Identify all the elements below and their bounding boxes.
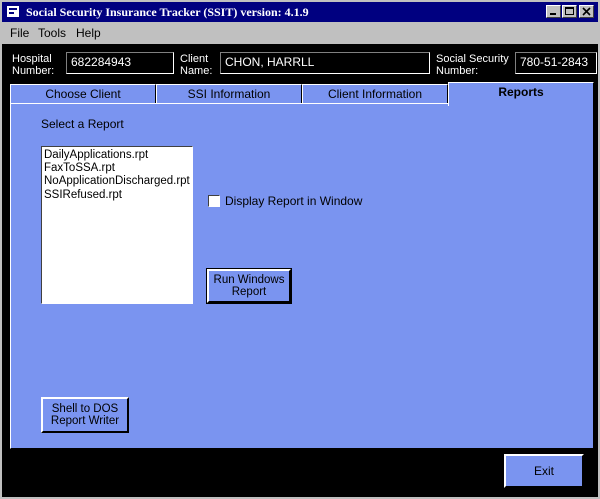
tab-choose-client[interactable]: Choose Client	[10, 84, 156, 104]
report-list-item[interactable]: DailyApplications.rpt	[44, 149, 190, 162]
social-security-number-field[interactable]: 780-51-2843	[515, 52, 597, 74]
select-report-label: Select a Report	[41, 117, 124, 131]
close-icon	[582, 7, 591, 16]
report-list-item[interactable]: FaxToSSA.rpt	[44, 162, 190, 175]
maximize-icon	[565, 7, 574, 15]
hospital-number-label: Hospital Number:	[12, 53, 55, 77]
app-window: Social Security Insurance Tracker (SSIT)…	[0, 0, 600, 499]
social-security-number-label: Social Security Number:	[436, 53, 509, 77]
hospital-number-field[interactable]: 682284943	[66, 52, 174, 74]
maximize-button[interactable]	[562, 5, 577, 18]
run-windows-report-button[interactable]: Run Windows Report	[206, 268, 292, 304]
display-report-checkbox[interactable]	[208, 195, 220, 207]
minimize-icon	[550, 13, 556, 15]
window-title: Social Security Insurance Tracker (SSIT)…	[26, 5, 309, 19]
title-bar: Social Security Insurance Tracker (SSIT)…	[2, 2, 598, 22]
menu-file[interactable]: File	[10, 26, 29, 40]
menu-help[interactable]: Help	[76, 26, 101, 40]
client-name-field[interactable]: CHON, HARRLL	[220, 52, 430, 74]
client-name-label: Client Name:	[180, 53, 213, 77]
tab-strip: Choose Client SSI Information Client Inf…	[10, 82, 594, 106]
report-listbox[interactable]: DailyApplications.rpt FaxToSSA.rpt NoApp…	[41, 146, 193, 304]
display-report-label: Display Report in Window	[225, 194, 363, 208]
menu-tools[interactable]: Tools	[38, 26, 66, 40]
tab-ssi-information[interactable]: SSI Information	[156, 84, 302, 104]
minimize-button[interactable]	[546, 5, 561, 18]
report-list-item[interactable]: SSIRefused.rpt	[44, 189, 190, 202]
app-icon	[7, 6, 19, 17]
tab-reports[interactable]: Reports	[448, 82, 594, 106]
close-button[interactable]	[579, 5, 594, 18]
reports-panel: Select a Report DailyApplications.rpt Fa…	[10, 103, 594, 449]
client-info-bar: Hospital Number: 682284943 Client Name: CH…	[2, 46, 598, 80]
exit-button[interactable]: Exit	[504, 454, 584, 488]
report-list-item[interactable]: NoApplicationDischarged.rpt	[44, 175, 190, 188]
menu-bar: File Tools Help	[2, 22, 598, 44]
shell-to-dos-button[interactable]: Shell to DOS Report Writer	[41, 397, 129, 433]
tab-client-information[interactable]: Client Information	[302, 84, 448, 104]
